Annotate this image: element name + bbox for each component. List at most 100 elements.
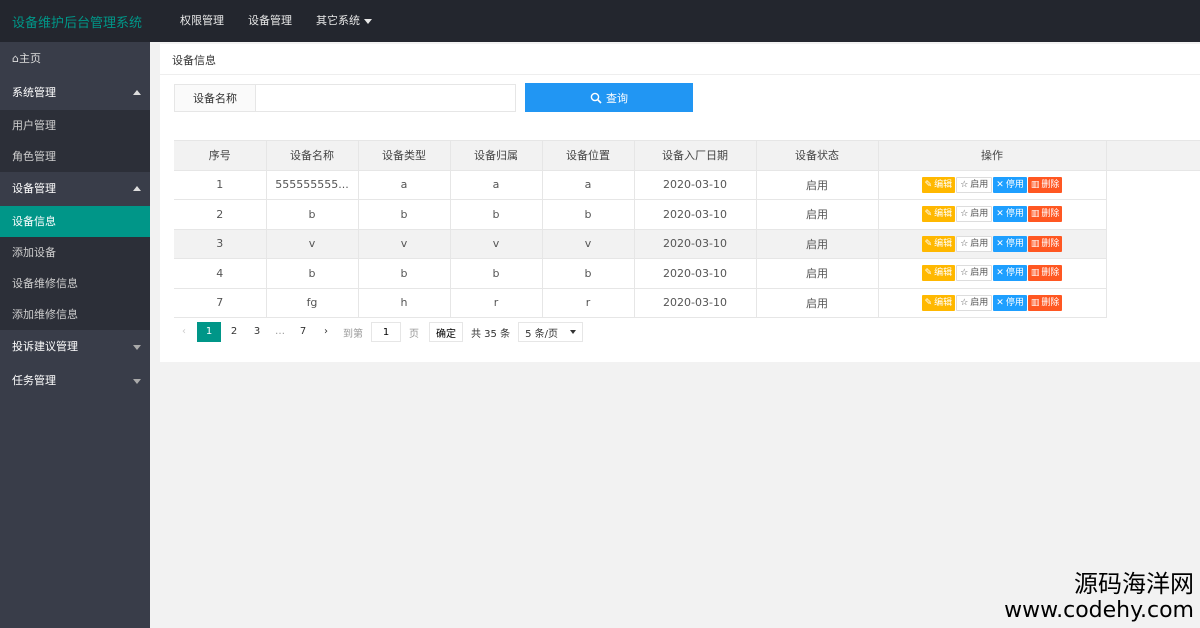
- actions-cell: ✎ 编辑 ☆ 启用 ✕ 停用 ▥ 删除: [878, 229, 1107, 259]
- close-icon: ✕: [996, 209, 1004, 220]
- edit-button[interactable]: ✎ 编辑: [921, 235, 956, 252]
- table-row: 7 fg h r r 2020-03-10 启用 ✎ 编辑 ☆ 启用 ✕ 停用 ▥ 删除: [174, 288, 1200, 318]
- close-icon: ✕: [996, 297, 1004, 308]
- sidebar-item-tasks[interactable]: 任务管理: [0, 364, 150, 398]
- enable-button[interactable]: ☆ 启用: [956, 235, 993, 252]
- enable-button[interactable]: ☆ 启用: [956, 265, 993, 282]
- divider: [160, 74, 1200, 75]
- col-header[interactable]: 设备状态: [756, 141, 879, 171]
- col-spacer: [1106, 141, 1200, 171]
- delete-button[interactable]: ▥ 删除: [1027, 265, 1063, 282]
- table-cell: 1: [174, 170, 267, 200]
- edit-button[interactable]: ✎ 编辑: [921, 265, 956, 282]
- delete-button[interactable]: ▥ 删除: [1027, 294, 1063, 311]
- sidebar-item-device-info[interactable]: 设备信息: [0, 206, 150, 237]
- table-spacer-cell: [1106, 199, 1200, 229]
- col-header[interactable]: 设备类型: [358, 141, 451, 171]
- trash-icon: ▥: [1030, 297, 1040, 308]
- search-input[interactable]: [256, 84, 516, 112]
- goto-page-input[interactable]: [371, 322, 401, 342]
- pencil-icon: ✎: [924, 179, 933, 190]
- topnav-other[interactable]: 其它系统: [304, 0, 384, 42]
- delete-button[interactable]: ▥ 删除: [1027, 206, 1063, 223]
- sidebar-item-device[interactable]: 设备管理: [0, 172, 150, 206]
- table-cell: r: [450, 288, 543, 318]
- disable-button[interactable]: ✕ 停用: [993, 235, 1027, 252]
- sidebar-item-add-repair[interactable]: 添加维修信息: [0, 299, 150, 330]
- disable-button[interactable]: ✕ 停用: [993, 265, 1027, 282]
- sidebar-item-repair-info[interactable]: 设备维修信息: [0, 268, 150, 299]
- goto-confirm-button[interactable]: 确定: [429, 322, 463, 342]
- sidebar-item-system[interactable]: 系统管理: [0, 76, 150, 110]
- next-page-button[interactable]: ›: [316, 322, 336, 342]
- col-header[interactable]: 设备入厂日期: [634, 141, 757, 171]
- chevron-down-icon: [364, 18, 372, 24]
- prev-page-button[interactable]: ‹: [174, 322, 194, 342]
- table-cell: b: [358, 199, 451, 230]
- close-icon: ✕: [996, 268, 1004, 279]
- pencil-icon: ✎: [924, 297, 933, 308]
- trash-icon: ▥: [1030, 268, 1040, 279]
- table-cell: 2020-03-10: [634, 170, 757, 200]
- col-header[interactable]: 序号: [174, 141, 267, 171]
- sidebar-item-add-device[interactable]: 添加设备: [0, 237, 150, 268]
- close-icon: ✕: [996, 238, 1004, 249]
- table-cell: r: [542, 288, 635, 318]
- edit-button[interactable]: ✎ 编辑: [921, 206, 956, 223]
- table-cell: b: [358, 258, 451, 289]
- delete-button[interactable]: ▥ 删除: [1027, 235, 1063, 252]
- table-cell: b: [266, 258, 359, 289]
- enable-button[interactable]: ☆ 启用: [956, 294, 993, 311]
- pencil-icon: ✎: [924, 238, 933, 249]
- disable-button[interactable]: ✕ 停用: [993, 206, 1027, 223]
- page-button[interactable]: 7: [293, 322, 313, 342]
- topnav-permission[interactable]: 权限管理: [168, 0, 236, 42]
- table-cell: 2020-03-10: [634, 288, 757, 318]
- sidebar-item-roles[interactable]: 角色管理: [0, 141, 150, 172]
- topnav-device[interactable]: 设备管理: [236, 0, 304, 42]
- page-button[interactable]: 3: [247, 322, 267, 342]
- delete-button[interactable]: ▥ 删除: [1027, 176, 1063, 193]
- edit-button[interactable]: ✎ 编辑: [921, 294, 956, 311]
- table-row: 1 555555555... a a a 2020-03-10 启用 ✎ 编辑 ☆ 启用 ✕ 停用 ▥ 删除: [174, 170, 1200, 200]
- enable-button[interactable]: ☆ 启用: [956, 206, 993, 223]
- trash-icon: ▥: [1030, 179, 1040, 190]
- table-cell: v: [542, 229, 635, 259]
- goto-label: 到第: [343, 328, 363, 340]
- page-size-select[interactable]: 5 条/页: [518, 322, 584, 342]
- table-spacer-cell: [1106, 288, 1200, 318]
- search-button[interactable]: 查询: [525, 83, 693, 112]
- pagination: ‹ 1 2 3 … 7 › 到第 页 确定 共 35 条 5 条/页: [174, 320, 584, 344]
- pencil-icon: ✎: [924, 209, 933, 220]
- sidebar-item-home[interactable]: ⌂主页: [0, 42, 150, 76]
- page-button[interactable]: 2: [224, 322, 244, 342]
- trash-icon: ▥: [1030, 209, 1040, 220]
- col-header[interactable]: 设备名称: [266, 141, 359, 171]
- table-header-row: 序号 设备名称 设备类型 设备归属 设备位置 设备入厂日期 设备状态 操作: [174, 141, 1200, 171]
- table-spacer-cell: [1106, 170, 1200, 200]
- sidebar-item-users[interactable]: 用户管理: [0, 110, 150, 141]
- edit-button[interactable]: ✎ 编辑: [921, 176, 956, 193]
- table-cell: 启用: [756, 229, 879, 259]
- disable-button[interactable]: ✕ 停用: [993, 176, 1027, 193]
- actions-cell: ✎ 编辑 ☆ 启用 ✕ 停用 ▥ 删除: [878, 288, 1107, 318]
- table-cell: b: [266, 199, 359, 230]
- search-icon: [590, 92, 602, 104]
- actions-cell: ✎ 编辑 ☆ 启用 ✕ 停用 ▥ 删除: [878, 170, 1107, 200]
- page-button[interactable]: 1: [197, 322, 221, 342]
- table-cell: fg: [266, 288, 359, 318]
- table-cell: 2020-03-10: [634, 258, 757, 289]
- enable-button[interactable]: ☆ 启用: [956, 176, 993, 193]
- sidebar-item-complaints[interactable]: 投诉建议管理: [0, 330, 150, 364]
- table-cell: a: [542, 170, 635, 200]
- table-cell: 2: [174, 199, 267, 230]
- col-header[interactable]: 设备位置: [542, 141, 635, 171]
- table-cell: a: [358, 170, 451, 200]
- table-cell: 启用: [756, 288, 879, 318]
- col-header[interactable]: 设备归属: [450, 141, 543, 171]
- table-cell: b: [450, 258, 543, 289]
- table-spacer-cell: [1106, 258, 1200, 288]
- star-icon: ☆: [960, 179, 969, 190]
- disable-button[interactable]: ✕ 停用: [993, 294, 1027, 311]
- table-cell: 4: [174, 258, 267, 289]
